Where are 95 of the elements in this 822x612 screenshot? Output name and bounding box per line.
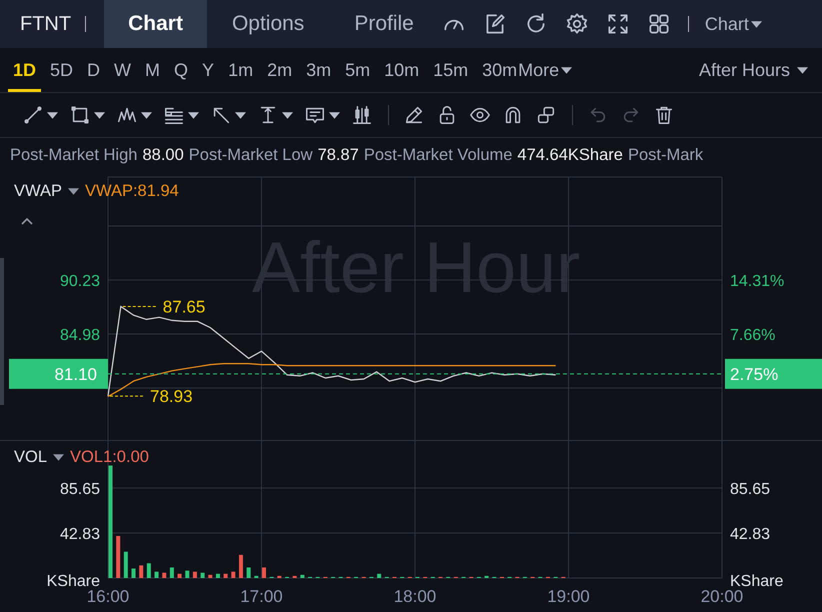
axis-label: 85.65 bbox=[730, 480, 770, 498]
volume-bar bbox=[132, 568, 136, 578]
side-handle[interactable] bbox=[0, 258, 4, 405]
indicator-name[interactable]: VWAP bbox=[14, 182, 62, 201]
volume-bar bbox=[238, 554, 243, 578]
volume-bar bbox=[139, 565, 144, 578]
period-tab[interactable]: D bbox=[82, 48, 106, 92]
stat-label: Post-Market Volume bbox=[364, 146, 512, 164]
volume-bar bbox=[300, 574, 304, 578]
caret-icon bbox=[53, 454, 64, 461]
volume-bar bbox=[484, 576, 489, 578]
volume-bar bbox=[116, 536, 120, 578]
stat-value: 78.87 bbox=[318, 146, 359, 164]
change-tag: 2.75% bbox=[725, 358, 822, 389]
volume-bar bbox=[254, 576, 258, 578]
time-label: 20:00 bbox=[700, 587, 744, 606]
line-icon bbox=[22, 104, 44, 126]
volume-bar bbox=[178, 574, 182, 578]
stat-label: Post-Market Low bbox=[188, 146, 313, 164]
axis-label: 90.23 bbox=[60, 272, 100, 290]
volume-bar bbox=[292, 576, 297, 578]
period-tab[interactable]: 2m bbox=[262, 48, 298, 92]
session-dropdown[interactable]: After Hours bbox=[698, 60, 808, 80]
trash-tool[interactable] bbox=[653, 104, 675, 126]
period-tab[interactable]: M bbox=[140, 48, 166, 92]
indicator-reading: VWAP:81.94 bbox=[84, 182, 179, 201]
volume-bar bbox=[124, 552, 128, 578]
pencil-tool[interactable] bbox=[403, 104, 425, 126]
caret-icon bbox=[561, 66, 572, 74]
stat-value: 88.00 bbox=[142, 146, 184, 164]
volume-bar bbox=[262, 568, 266, 578]
period-tab[interactable]: Y bbox=[197, 48, 220, 92]
indicator-reading: VOL1:0.00 bbox=[70, 448, 149, 467]
volume-bar bbox=[246, 568, 251, 578]
time-label: 18:00 bbox=[394, 587, 436, 606]
axis-label: 84.98 bbox=[60, 326, 100, 344]
annotation: 87.65 bbox=[162, 297, 206, 316]
volume-bar bbox=[185, 570, 190, 578]
volume-bar bbox=[170, 568, 174, 578]
more-dropdown[interactable]: More bbox=[518, 60, 572, 80]
period-tab[interactable]: 10m bbox=[379, 48, 424, 92]
indicator-name[interactable]: VOL bbox=[14, 448, 48, 467]
volume-bar bbox=[200, 572, 205, 578]
rectangle-icon bbox=[69, 104, 91, 126]
tab[interactable]: Options bbox=[206, 0, 330, 48]
stat-label: Post-Market High bbox=[10, 146, 138, 164]
tab[interactable]: Chart bbox=[104, 0, 207, 48]
ref-line-label: 81.10 bbox=[54, 364, 97, 384]
volume-bar bbox=[154, 572, 159, 578]
axis-label: 14.31% bbox=[730, 272, 784, 290]
tab[interactable]: Profile bbox=[329, 0, 439, 48]
axis-unit: KShare bbox=[46, 573, 100, 590]
link-tool[interactable] bbox=[535, 104, 557, 126]
trash-icon bbox=[653, 104, 675, 126]
ticker-symbol: FTNT bbox=[19, 12, 72, 36]
axis-label: 42.83 bbox=[730, 526, 770, 543]
chart-type-dropdown[interactable]: Chart bbox=[704, 14, 762, 34]
annotation: 78.93 bbox=[150, 387, 193, 406]
period-tab[interactable]: 15m bbox=[428, 48, 474, 92]
time-label: 16:00 bbox=[86, 587, 130, 606]
caret-icon bbox=[797, 66, 808, 74]
volume-bar bbox=[377, 574, 382, 578]
volume-bar bbox=[231, 572, 236, 578]
caret-icon bbox=[68, 188, 79, 195]
period-tab[interactable]: 1m bbox=[223, 48, 258, 92]
line-tool[interactable] bbox=[22, 104, 58, 126]
volume-bar bbox=[224, 574, 228, 578]
pencil-icon bbox=[403, 104, 425, 126]
period-tab[interactable]: Q bbox=[169, 48, 194, 92]
axis-label: 42.83 bbox=[60, 526, 100, 543]
volume-bar bbox=[216, 574, 220, 578]
axis-unit: KShare bbox=[730, 573, 784, 590]
shapes-icon bbox=[535, 104, 557, 126]
price-tag: 81.10 bbox=[9, 358, 108, 389]
rectangle-tool[interactable] bbox=[69, 104, 105, 126]
stat-label: Post-Mark bbox=[628, 146, 704, 164]
time-label: 19:00 bbox=[547, 587, 590, 606]
period-tab[interactable]: 5m bbox=[340, 48, 376, 92]
candles-tool[interactable] bbox=[351, 104, 373, 126]
collapse-icon[interactable] bbox=[20, 216, 34, 226]
caret-icon bbox=[750, 20, 762, 28]
time-label: 17:00 bbox=[240, 587, 283, 606]
volume-bar bbox=[192, 572, 197, 578]
volume-bar bbox=[277, 576, 282, 578]
candlestick-icon bbox=[351, 104, 373, 126]
axis-label: 85.65 bbox=[60, 480, 100, 498]
period-tab[interactable]: W bbox=[109, 48, 136, 92]
volume-bar bbox=[146, 563, 151, 578]
volume-bar bbox=[162, 572, 166, 578]
axis-label: 7.66% bbox=[730, 326, 776, 344]
volume-bar bbox=[208, 574, 212, 578]
period-tab[interactable]: 5D bbox=[45, 48, 78, 92]
stat-value: 474.64KShare bbox=[517, 146, 623, 164]
period-tab[interactable]: 1D bbox=[8, 48, 42, 92]
period-tab[interactable]: 3m bbox=[301, 48, 336, 92]
